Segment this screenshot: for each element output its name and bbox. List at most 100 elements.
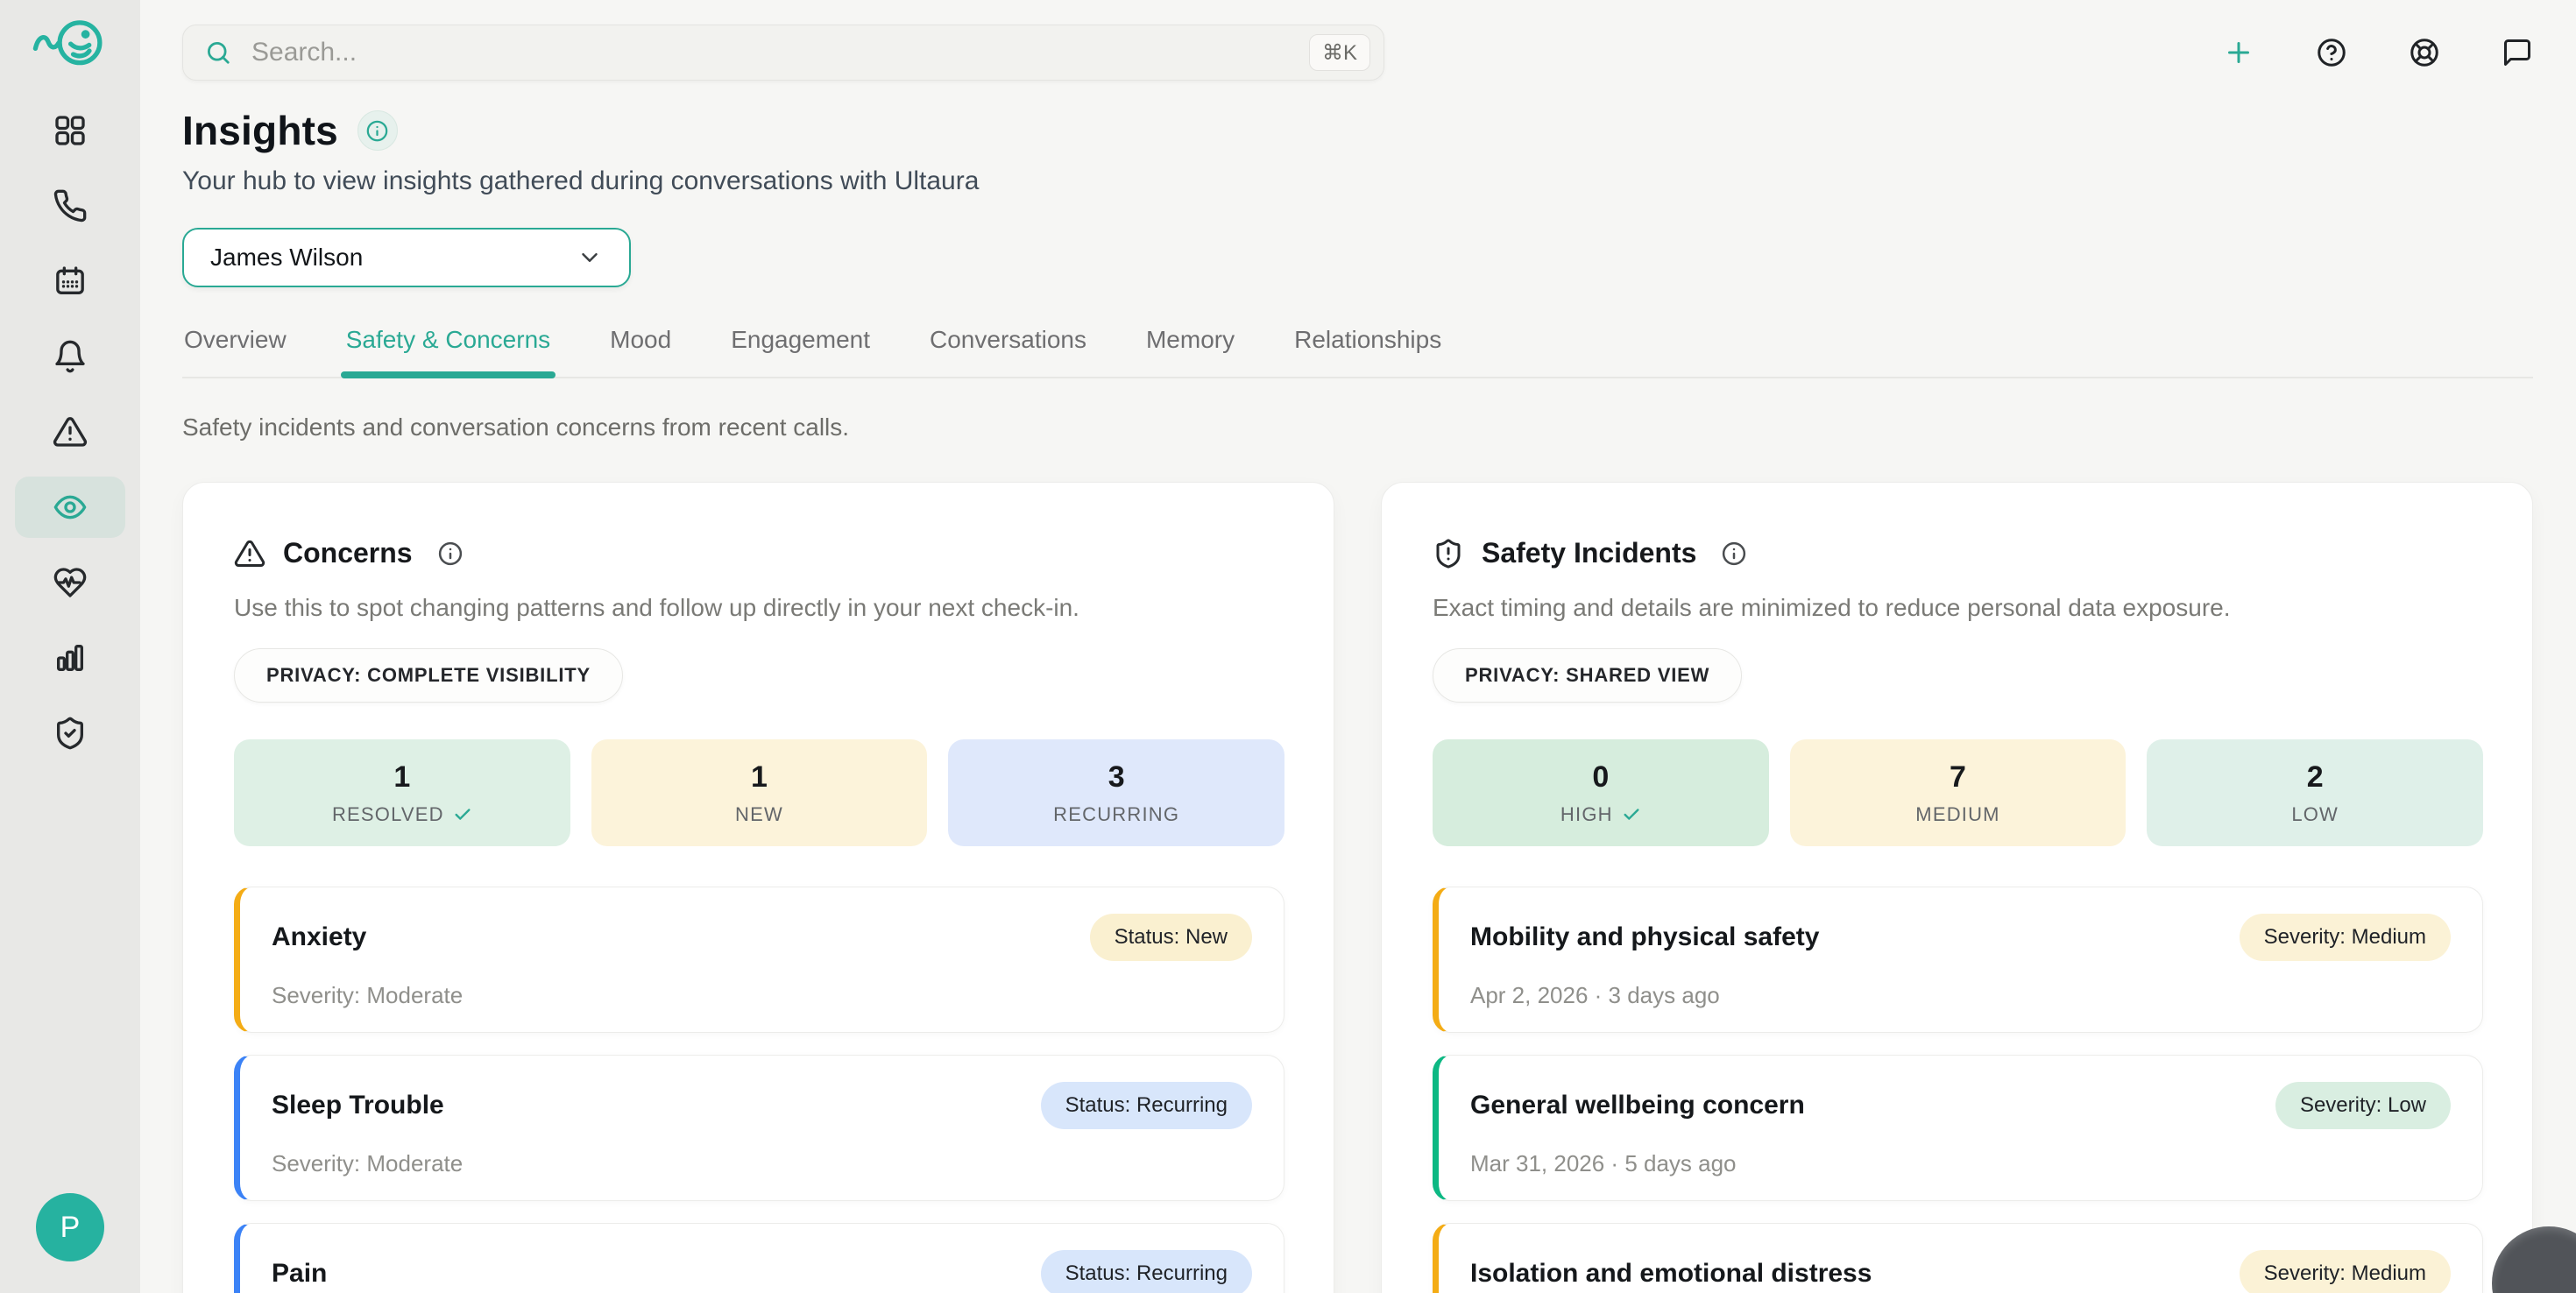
- stat-resolved-value: 1: [393, 760, 410, 795]
- concerns-privacy-badge: PRIVACY: COMPLETE VISIBILITY: [234, 648, 623, 703]
- app-window: P ⌘K: [0, 0, 2576, 1293]
- stat-medium-value: 7: [1950, 760, 1966, 795]
- sidebar-item-health[interactable]: [15, 552, 125, 613]
- heart-pulse-icon: [53, 565, 88, 600]
- concern-item-sleep-trouble[interactable]: Sleep Trouble Status: Recurring Severity…: [234, 1055, 1284, 1201]
- feedback-button[interactable]: [2502, 37, 2533, 68]
- sidebar: P: [0, 0, 140, 1293]
- incident-item-isolation[interactable]: Isolation and emotional distress Severit…: [1433, 1223, 2483, 1293]
- stat-high-label: HIGH: [1560, 803, 1613, 826]
- search-shortcut-badge: ⌘K: [1309, 34, 1370, 71]
- page-info-button[interactable]: [357, 110, 398, 151]
- tab-overview[interactable]: Overview: [182, 326, 288, 377]
- severity-badge: Severity: Medium: [2240, 914, 2451, 961]
- incident-item-mobility[interactable]: Mobility and physical safety Severity: M…: [1433, 887, 2483, 1033]
- plus-icon: [2223, 37, 2254, 68]
- sidebar-item-reports[interactable]: [15, 627, 125, 689]
- chat-bubble-icon: [2502, 37, 2533, 68]
- concern-title: Pain: [272, 1259, 327, 1289]
- incidents-privacy-badge: PRIVACY: SHARED VIEW: [1433, 648, 1742, 703]
- check-icon: [453, 805, 472, 824]
- concerns-alert-triangle-icon: [234, 538, 265, 569]
- concern-item-pain[interactable]: Pain Status: Recurring: [234, 1223, 1284, 1293]
- sidebar-item-notifications[interactable]: [15, 326, 125, 387]
- add-button[interactable]: [2223, 37, 2254, 68]
- search-icon: [205, 39, 231, 66]
- tab-memory[interactable]: Memory: [1144, 326, 1236, 377]
- section-note: Safety incidents and conversation concer…: [182, 413, 2533, 442]
- concern-severity: Severity: Moderate: [272, 982, 1252, 1009]
- phone-icon: [53, 188, 88, 223]
- incident-title: Isolation and emotional distress: [1470, 1259, 1872, 1289]
- sidebar-item-insights[interactable]: [15, 477, 125, 538]
- severity-badge: Severity: Low: [2275, 1082, 2451, 1129]
- bell-icon: [53, 339, 88, 374]
- concerns-list: Anxiety Status: New Severity: Moderate S…: [234, 887, 1284, 1293]
- tab-conversations[interactable]: Conversations: [928, 326, 1088, 377]
- stat-recurring: 3 RECURRING: [948, 739, 1284, 846]
- stat-high: 0 HIGH: [1433, 739, 1769, 846]
- stat-new: 1 NEW: [591, 739, 928, 846]
- help-circle-icon: [2316, 37, 2347, 68]
- stat-low: 2 LOW: [2147, 739, 2483, 846]
- incidents-card-description: Exact timing and details are minimized t…: [1433, 594, 2483, 622]
- main-content: ⌘K Insights Yo: [140, 0, 2576, 1293]
- info-icon: [365, 119, 389, 143]
- lifebuoy-icon: [2409, 37, 2440, 68]
- concerns-stats: 1 RESOLVED 1 NEW 3 RECURRING: [234, 739, 1284, 846]
- stat-recurring-label: RECURRING: [1053, 803, 1179, 826]
- help-button[interactable]: [2316, 37, 2347, 68]
- severity-badge: Severity: Medium: [2240, 1250, 2451, 1293]
- stat-new-label: NEW: [735, 803, 783, 826]
- stat-low-label: LOW: [2291, 803, 2339, 826]
- safety-incidents-card: Safety Incidents Exact timing and detail…: [1381, 482, 2533, 1293]
- calendar-icon: [53, 264, 88, 299]
- status-badge: Status: Recurring: [1041, 1082, 1252, 1129]
- stat-recurring-value: 3: [1108, 760, 1125, 795]
- user-avatar[interactable]: P: [36, 1193, 104, 1261]
- sidebar-item-schedule[interactable]: [15, 251, 125, 312]
- check-icon: [1622, 805, 1641, 824]
- incidents-stats: 0 HIGH 7 MEDIUM 2 LOW: [1433, 739, 2483, 846]
- search-input[interactable]: [182, 25, 1384, 81]
- sidebar-item-safety[interactable]: [15, 703, 125, 764]
- person-selector[interactable]: James Wilson: [182, 228, 631, 287]
- stat-new-value: 1: [751, 760, 768, 795]
- tab-engagement[interactable]: Engagement: [729, 326, 872, 377]
- incidents-list: Mobility and physical safety Severity: M…: [1433, 887, 2483, 1293]
- incident-date: Apr 2, 2026 · 3 days ago: [1470, 982, 2451, 1009]
- cards-grid: Concerns Use this to spot changing patte…: [182, 482, 2533, 1293]
- concern-title: Anxiety: [272, 922, 366, 952]
- concern-title: Sleep Trouble: [272, 1091, 444, 1120]
- dashboard-grid-icon: [53, 113, 88, 148]
- tab-mood[interactable]: Mood: [608, 326, 673, 377]
- stat-medium: 7 MEDIUM: [1790, 739, 2127, 846]
- concerns-card: Concerns Use this to spot changing patte…: [182, 482, 1334, 1293]
- tab-safety-concerns[interactable]: Safety & Concerns: [344, 326, 552, 377]
- sidebar-nav: [15, 100, 125, 764]
- app-logo-icon: [32, 16, 109, 74]
- stat-resolved: 1 RESOLVED: [234, 739, 570, 846]
- sidebar-item-calls[interactable]: [15, 175, 125, 237]
- stat-resolved-label: RESOLVED: [332, 803, 444, 826]
- shield-check-icon: [53, 716, 88, 751]
- person-selector-value: James Wilson: [210, 244, 363, 272]
- concerns-card-description: Use this to spot changing patterns and f…: [234, 594, 1284, 622]
- tab-bar: Overview Safety & Concerns Mood Engageme…: [182, 326, 2533, 378]
- sidebar-item-dashboard[interactable]: [15, 100, 125, 161]
- incident-date: Mar 31, 2026 · 5 days ago: [1470, 1150, 2451, 1177]
- chevron-down-icon: [577, 244, 603, 271]
- stat-low-value: 2: [2307, 760, 2324, 795]
- concerns-info-icon[interactable]: [437, 541, 464, 567]
- sidebar-item-alerts[interactable]: [15, 401, 125, 463]
- incident-title: Mobility and physical safety: [1470, 922, 1819, 952]
- concern-item-anxiety[interactable]: Anxiety Status: New Severity: Moderate: [234, 887, 1284, 1033]
- incidents-card-title: Safety Incidents: [1482, 537, 1696, 569]
- topbar-actions: [2223, 37, 2533, 68]
- support-button[interactable]: [2409, 37, 2440, 68]
- incidents-info-icon[interactable]: [1721, 541, 1747, 567]
- incident-item-wellbeing[interactable]: General wellbeing concern Severity: Low …: [1433, 1055, 2483, 1201]
- stat-high-value: 0: [1592, 760, 1609, 795]
- tab-relationships[interactable]: Relationships: [1292, 326, 1443, 377]
- page-title: Insights: [182, 107, 338, 154]
